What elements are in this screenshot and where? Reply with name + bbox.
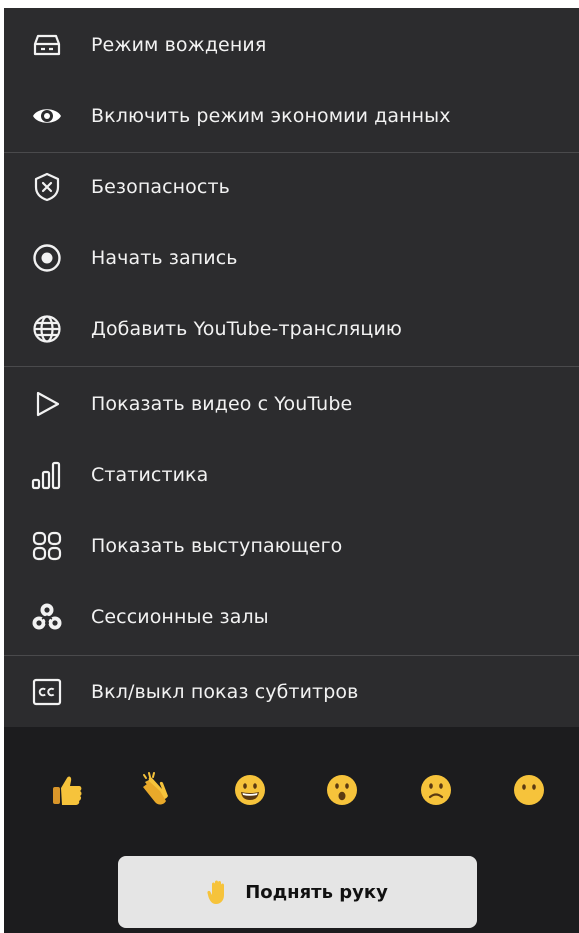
- menu-item-statistics[interactable]: Статистика: [4, 439, 579, 510]
- cc-icon: [30, 675, 64, 709]
- menu-item-data-saving[interactable]: Включить режим экономии данных: [4, 80, 579, 151]
- menu-item-youtube-stream[interactable]: Добавить YouTube-трансляцию: [4, 293, 579, 364]
- menu-item-label: Сессионные залы: [91, 605, 269, 628]
- menu-item-label: Добавить YouTube-трансляцию: [91, 317, 402, 340]
- grinning-face-emoji[interactable]: [230, 770, 270, 810]
- eye-icon: [30, 99, 64, 133]
- menu-item-label: Режим вождения: [91, 33, 267, 56]
- breakout-rooms-icon: [30, 600, 64, 634]
- frowning-face-emoji[interactable]: [416, 770, 456, 810]
- grid-icon: [30, 529, 64, 563]
- more-menu: Режим вождения Включить режим экономии д…: [4, 8, 579, 727]
- shield-x-icon: [30, 170, 64, 204]
- menu-item-label: Безопасность: [91, 175, 230, 198]
- bar-stats-icon: [30, 458, 64, 492]
- play-icon: [30, 387, 64, 421]
- reactions-bar: [4, 756, 579, 826]
- meeting-more-panel: Режим вождения Включить режим экономии д…: [4, 8, 579, 933]
- raised-hand-emoji: [207, 879, 229, 905]
- menu-item-show-speaker[interactable]: Показать выступающего: [4, 510, 579, 581]
- globe-icon: [30, 312, 64, 346]
- menu-item-start-recording[interactable]: Начать запись: [4, 222, 579, 293]
- menu-item-label: Показать видео с YouTube: [91, 392, 353, 415]
- menu-item-label: Вкл/выкл показ субтитров: [91, 680, 359, 703]
- menu-item-label: Показать выступающего: [91, 534, 343, 557]
- menu-item-breakout-rooms[interactable]: Сессионные залы: [4, 581, 579, 652]
- menu-divider: [4, 366, 579, 367]
- clapping-hands-emoji[interactable]: [137, 770, 177, 810]
- menu-item-label: Начать запись: [91, 246, 238, 269]
- raise-hand-label: Поднять руку: [245, 881, 388, 903]
- menu-item-show-youtube-video[interactable]: Показать видео с YouTube: [4, 368, 579, 439]
- thumbs-up-emoji[interactable]: [47, 770, 87, 810]
- menu-item-label: Включить режим экономии данных: [91, 104, 451, 127]
- menu-item-security[interactable]: Безопасность: [4, 151, 579, 222]
- menu-item-label: Статистика: [91, 463, 209, 486]
- neutral-face-emoji[interactable]: [509, 770, 549, 810]
- menu-item-driving-mode[interactable]: Режим вождения: [4, 9, 579, 80]
- car-icon: [30, 28, 64, 62]
- record-icon: [30, 241, 64, 275]
- menu-item-captions[interactable]: Вкл/выкл показ субтитров: [4, 656, 579, 727]
- surprised-face-emoji[interactable]: [322, 770, 362, 810]
- raise-hand-button[interactable]: Поднять руку: [118, 856, 477, 928]
